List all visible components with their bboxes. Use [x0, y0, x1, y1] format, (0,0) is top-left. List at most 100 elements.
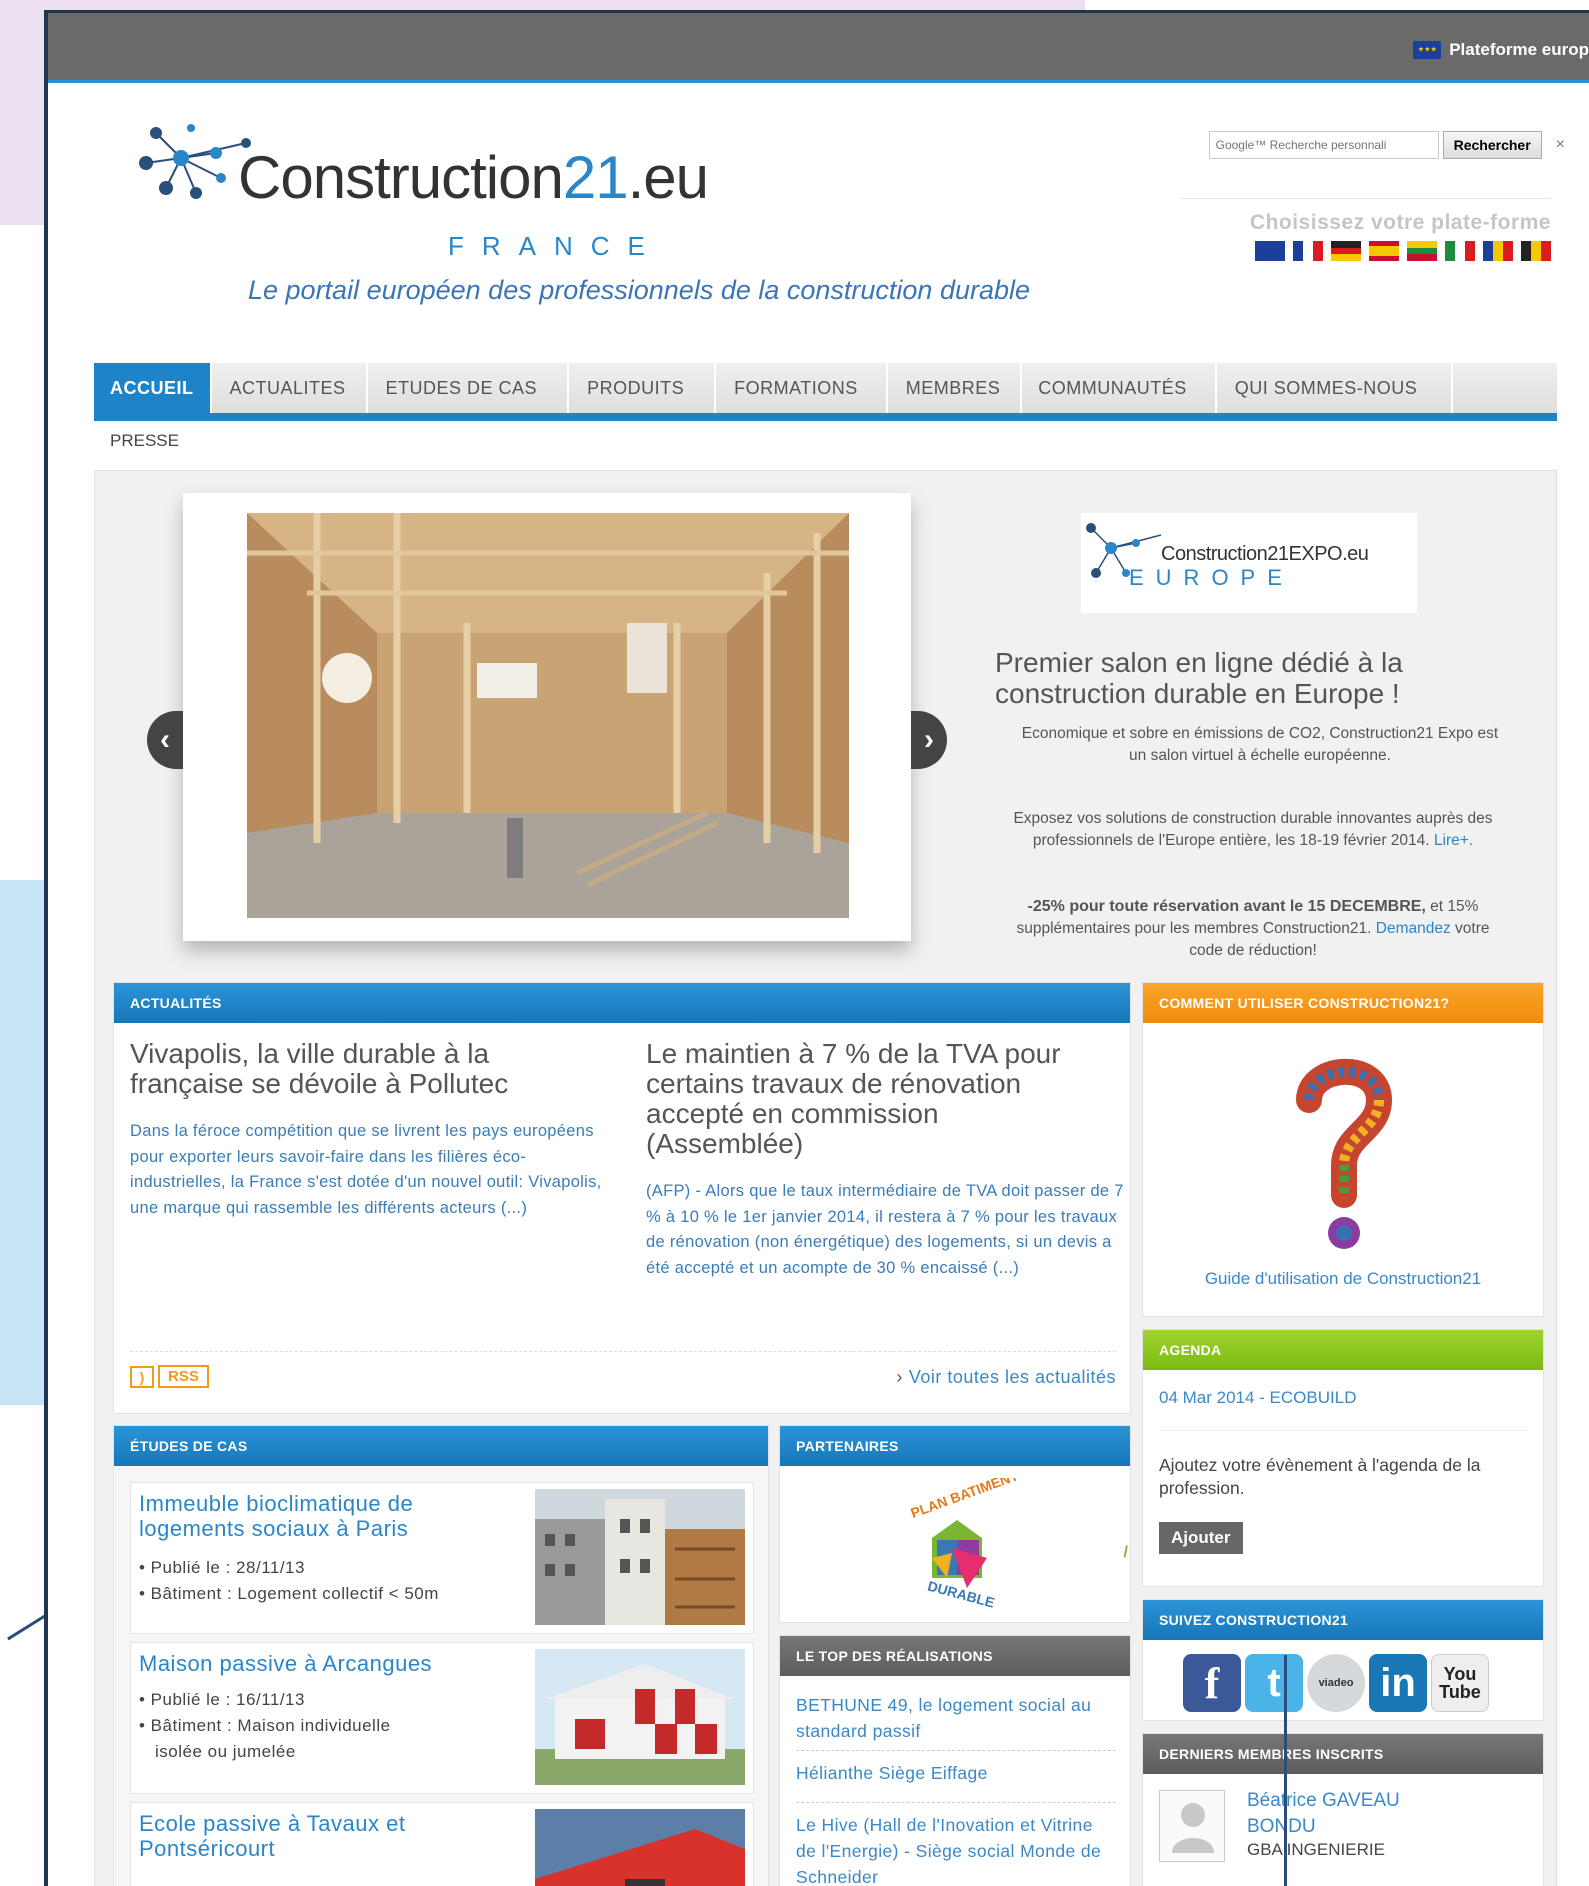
agenda-divider: [1159, 1430, 1527, 1431]
it-flag-icon[interactable]: [1445, 241, 1475, 261]
annotation-line: [1284, 1655, 1287, 1886]
tab-formations[interactable]: FORMATIONS: [716, 363, 888, 413]
slider-prev-button[interactable]: ‹: [147, 711, 183, 769]
guide-link[interactable]: Guide d'utilisation de Construction21: [1143, 1269, 1543, 1289]
facebook-icon[interactable]: f: [1183, 1654, 1241, 1712]
expo-paragraph-3: -25% pour toute réservation avant le 15 …: [1016, 898, 1490, 959]
youtube-icon[interactable]: You Tube: [1431, 1654, 1489, 1712]
tagline: Le portail européen des professionnels d…: [248, 275, 1031, 305]
platform-link[interactable]: Plateforme europ: [1413, 40, 1589, 60]
case-study-title[interactable]: Immeuble bioclimatique de logements soci…: [139, 1491, 449, 1541]
search-button[interactable]: Rechercher: [1442, 131, 1542, 159]
search-input[interactable]: [1208, 131, 1439, 159]
see-all-news-link[interactable]: › Voir toutes les actualités: [896, 1367, 1116, 1388]
top-divider: [796, 1750, 1116, 1751]
platform-label: Plateforme europ: [1449, 40, 1589, 59]
tab-etudes-de-cas[interactable]: ETUDES DE CAS: [368, 363, 570, 413]
suivez-header: SUIVEZ CONSTRUCTION21: [1143, 1600, 1543, 1640]
case-study-image[interactable]: [535, 1649, 745, 1785]
agenda-box: AGENDA 04 Mar 2014 - ECOBUILD Ajoutez vo…: [1142, 1329, 1544, 1587]
close-icon[interactable]: ×: [1556, 136, 1565, 154]
case-study-date: • Publié le : 16/11/13: [139, 1690, 305, 1709]
top-realisation-link[interactable]: Hélianthe Siège Eiffage: [796, 1760, 1116, 1786]
user-icon: [1172, 1803, 1214, 1853]
tab-qui-sommes-nous[interactable]: QUI SOMMES-NOUS: [1217, 363, 1454, 413]
fr-flag-icon[interactable]: [1293, 241, 1323, 261]
twitter-icon[interactable]: t: [1245, 1654, 1303, 1712]
case-study-title[interactable]: Ecole passive à Tavaux et Pontséricourt: [139, 1811, 449, 1861]
news-title[interactable]: Le maintien à 7 % de la TVA pour certain…: [646, 1039, 1096, 1159]
etudes-header: ÉTUDES DE CAS: [114, 1426, 768, 1466]
image-slider: [183, 493, 911, 941]
be-flag-icon[interactable]: [1521, 241, 1551, 261]
social-icons: f t viadeo in You Tube: [1183, 1654, 1489, 1712]
case-study-image[interactable]: [535, 1809, 745, 1886]
platform-flags: [1255, 241, 1551, 262]
eu-flag-icon: [1413, 41, 1442, 59]
rss-icon: ): [130, 1365, 154, 1388]
news-divider: [130, 1351, 1116, 1352]
slide-image[interactable]: [247, 513, 849, 918]
main-content: ‹ › Construction21EXPO.eu EUROPE Premier…: [94, 470, 1557, 1886]
platform-choose-label: Choisissez votre plate-forme: [1249, 211, 1551, 234]
tab-membres[interactable]: MEMBRES: [888, 363, 1023, 413]
expo-logo-europe: EUROPE: [1129, 565, 1294, 590]
case-study-card[interactable]: Immeuble bioclimatique de logements soci…: [130, 1482, 754, 1634]
linkedin-icon[interactable]: in: [1369, 1654, 1427, 1712]
main-nav: ACCUEIL ACTUALITES ETUDES DE CAS PRODUIT…: [94, 363, 1557, 421]
add-event-button[interactable]: Ajouter: [1159, 1522, 1243, 1554]
membres-header: DERNIERS MEMBRES INSCRITS: [1143, 1734, 1543, 1774]
expo-paragraph-2: Exposez vos solutions de construction du…: [1013, 810, 1493, 849]
case-study-building-detail: isolée ou jumelée: [155, 1742, 296, 1761]
de-flag-icon[interactable]: [1331, 241, 1361, 262]
chevron-right-icon: ›: [896, 1367, 903, 1387]
agenda-text: Ajoutez votre évènement à l'agenda de la…: [1159, 1455, 1481, 1498]
guide-box: COMMENT UTILISER CONSTRUCTION21? Guide d…: [1142, 982, 1544, 1317]
tab-actualites[interactable]: ACTUALITES: [212, 363, 368, 413]
slider-next-button[interactable]: ›: [911, 711, 947, 769]
top-realisation-link[interactable]: Le Hive (Hall de l'Inovation et Vitrine …: [796, 1812, 1116, 1886]
case-study-date: • Publié le : 28/11/13: [139, 1558, 305, 1577]
tab-accueil[interactable]: ACCUEIL: [94, 363, 212, 413]
actualites-box: ACTUALITÉS Vivapolis, la ville durable à…: [113, 982, 1131, 1414]
news-title[interactable]: Vivapolis, la ville durable à la françai…: [130, 1039, 550, 1099]
actualites-header: ACTUALITÉS: [114, 983, 1130, 1023]
header-separator: [1181, 198, 1551, 199]
top-realisation-link[interactable]: BETHUNE 49, le logement social au standa…: [796, 1692, 1116, 1744]
ro-flag-icon[interactable]: [1483, 241, 1513, 261]
viadeo-icon[interactable]: viadeo: [1307, 1654, 1365, 1712]
case-study-image[interactable]: [535, 1489, 745, 1625]
member-name-link[interactable]: Béatrice GAVEAU BONDU: [1247, 1788, 1457, 1840]
tab-produits[interactable]: PRODUITS: [569, 363, 717, 413]
plan-batiment-durable-logo[interactable]: PLAN BATIMENT DURABLE: [892, 1478, 1022, 1608]
case-study-card[interactable]: Ecole passive à Tavaux et Pontséricourt: [130, 1802, 754, 1886]
case-study-title[interactable]: Maison passive à Arcangues: [139, 1651, 479, 1676]
slider-fragment: /: [1123, 1544, 1128, 1561]
case-study-building: • Bâtiment : Logement collectif < 50m: [139, 1584, 439, 1603]
expo-read-more-link[interactable]: Lire+.: [1434, 832, 1473, 849]
member-avatar[interactable]: [1159, 1790, 1225, 1862]
partenaires-box: PARTENAIRES PLAN BATIMENT DURABLE /: [779, 1425, 1131, 1623]
logo-country: FRANCE: [448, 231, 663, 261]
case-study-card[interactable]: Maison passive à Arcangues • Publié le :…: [130, 1642, 754, 1794]
agenda-event-link[interactable]: 04 Mar 2014 - ECOBUILD: [1159, 1388, 1356, 1408]
expo-logo-text: Construction21EXPO.eu: [1161, 543, 1369, 565]
question-mark-crowd-icon: [1296, 1058, 1393, 1249]
agenda-header: AGENDA: [1143, 1330, 1543, 1370]
es-flag-icon[interactable]: [1369, 241, 1399, 261]
partner-logo-bottom: DURABLE: [926, 1578, 996, 1608]
rss-link[interactable]: ) RSS: [130, 1365, 209, 1388]
expo-discount-link[interactable]: Demandez: [1376, 920, 1451, 937]
top-realisations-box: LE TOP DES RÉALISATIONS BETHUNE 49, le l…: [779, 1635, 1131, 1886]
membres-box: DERNIERS MEMBRES INSCRITS Béatrice GAVEA…: [1142, 1733, 1544, 1886]
nav-presse[interactable]: PRESSE: [110, 431, 179, 451]
member-company: GBA INGENIERIE: [1247, 1840, 1385, 1859]
guide-header: COMMENT UTILISER CONSTRUCTION21?: [1143, 983, 1543, 1023]
browser-page: Plateforme europ Construction21.eu FRANC…: [44, 10, 1589, 1886]
lt-flag-icon[interactable]: [1407, 241, 1437, 262]
tab-communautes[interactable]: COMMUNAUTÉS: [1022, 363, 1217, 413]
expo-logo[interactable]: Construction21EXPO.eu EUROPE: [1081, 513, 1417, 613]
etudes-box: ÉTUDES DE CAS Immeuble bioclimatique de …: [113, 1425, 769, 1886]
news-summary: (AFP) - Alors que le taux intermédiaire …: [646, 1182, 1124, 1277]
eu-flag-icon[interactable]: [1255, 241, 1285, 261]
